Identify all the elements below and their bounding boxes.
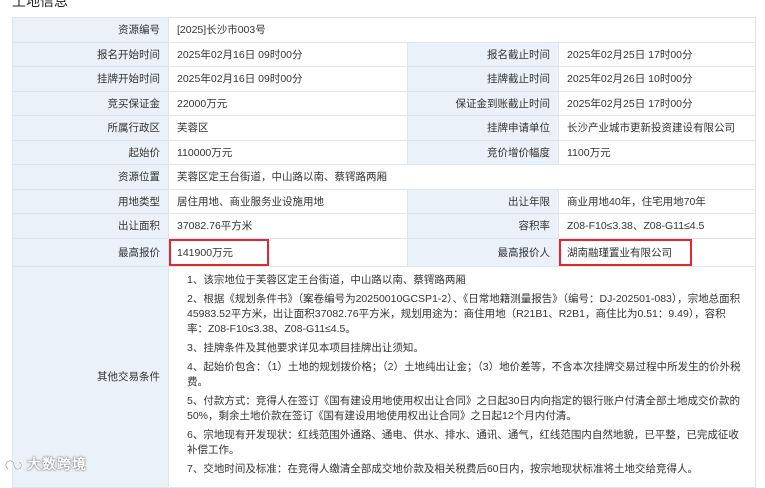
- land-type-label: 用地类型: [12, 188, 169, 214]
- applicant-value: 长沙产业城市更新投资建设有限公司: [557, 115, 757, 141]
- land-info-table: 资源编号 [2025]长沙市003号 报名开始时间 2025年02月16日 09…: [12, 17, 757, 488]
- brand-logo-icon: [4, 460, 23, 471]
- note-item: 5、付款方式：竞得人在签订《国有建设用地使用权出让合同》之日起30日内向指定的银…: [187, 394, 741, 422]
- area-label: 出让面积: [12, 213, 169, 239]
- table-row: 竞买保证金 22000万元 保证金到账截止时间 2025年02月25日 17时0…: [12, 90, 757, 116]
- table-row: 出让面积 37082.76平方米 容积率 Z08-F10≤3.38、Z08-G1…: [12, 213, 757, 239]
- table-row: 用地类型 居住用地、商业服务业设施用地 出让年限 商业用地40年，住宅用地70年: [12, 188, 757, 214]
- highest-bidder-cell: 湖南融瑾置业有限公司: [557, 237, 757, 267]
- start-price-label: 起始价: [12, 139, 169, 165]
- note-item: 4、起始价包含：（1）土地的规划拨价格；（2）土地纯出让金；（3）地价差等，不含…: [187, 360, 741, 388]
- signup-end-value: 2025年02月25日 17时00分: [557, 41, 757, 67]
- section-title: 土地信息: [12, 0, 68, 9]
- note-item: 6、宗地现有开发现状：红线范围外通路、通电、供水、排水、通讯、通气，红线范围内自…: [187, 428, 739, 456]
- highest-bidder-label: 最高报价人: [407, 237, 559, 267]
- location-label: 资源位置: [12, 164, 169, 190]
- area-value: 37082.76平方米: [168, 213, 408, 239]
- watermark: 大数跨境: [4, 454, 87, 474]
- highest-bid-label: 最高报价: [12, 237, 169, 267]
- other-conditions-value: 1、该宗地位于芙蓉区定王台街道，中山路以南、蔡锷路两厢 2、根据《规划条件书》（…: [167, 265, 757, 488]
- land-type-value: 居住用地、商业服务业设施用地: [168, 188, 408, 214]
- table-row: 挂牌开始时间 2025年02月16日 09时00分 挂牌截止时间 2025年02…: [12, 66, 757, 92]
- highest-bidder-value: 湖南融瑾置业有限公司: [559, 239, 692, 265]
- deposit-label: 竞买保证金: [12, 90, 169, 116]
- table-row: 起始价 110000万元 竞价增价幅度 1100万元: [12, 139, 757, 165]
- district-value: 芙蓉区: [168, 115, 408, 141]
- start-price-value: 110000万元: [168, 139, 408, 165]
- location-value: 芙蓉区定王台街道，中山路以南、蔡锷路两厢: [167, 164, 757, 190]
- table-row: 其他交易条件 1、该宗地位于芙蓉区定王台街道，中山路以南、蔡锷路两厢 2、根据《…: [12, 265, 757, 488]
- note-item: 3、挂牌条件及其他要求详见本项目挂牌出让须知。: [187, 341, 424, 354]
- deposit-value: 22000万元: [168, 90, 408, 116]
- listing-end-label: 挂牌截止时间: [407, 66, 559, 92]
- applicant-label: 挂牌申请单位: [407, 115, 559, 141]
- highest-bid-cell: 141900万元: [168, 237, 408, 267]
- table-row: 所属行政区 芙蓉区 挂牌申请单位 长沙产业城市更新投资建设有限公司: [12, 115, 757, 141]
- far-label: 容积率: [407, 213, 559, 239]
- listing-start-label: 挂牌开始时间: [12, 66, 169, 92]
- note-item: 2、根据《规划条件书》（案卷编号为20250010GCSP1-2）、《日常地籍测…: [187, 292, 741, 335]
- deposit-deadline-value: 2025年02月25日 17时00分: [557, 90, 757, 116]
- term-value: 商业用地40年，住宅用地70年: [557, 188, 757, 214]
- highest-bid-value: 141900万元: [169, 239, 270, 265]
- watermark-text: 大数跨境: [27, 456, 87, 472]
- signup-start-value: 2025年02月16日 09时00分: [168, 41, 408, 67]
- note-item: 1、该宗地位于芙蓉区定王台街道，中山路以南、蔡锷路两厢: [187, 273, 466, 286]
- table-row: 报名开始时间 2025年02月16日 09时00分 报名截止时间 2025年02…: [12, 41, 757, 67]
- note-item: 7、交地时间及标准：在竞得人缴清全部成交地价款及相关税费后60日内，按宗地现状标…: [187, 462, 699, 475]
- table-row: 资源编号 [2025]长沙市003号: [12, 17, 757, 43]
- table-row: 最高报价 141900万元 最高报价人 湖南融瑾置业有限公司: [12, 237, 757, 267]
- table-row: 资源位置 芙蓉区定王台街道，中山路以南、蔡锷路两厢: [12, 164, 757, 190]
- increment-value: 1100万元: [557, 139, 757, 165]
- term-label: 出让年限: [407, 188, 559, 214]
- resource-number-label: 资源编号: [12, 17, 169, 43]
- listing-start-value: 2025年02月16日 09时00分: [168, 66, 408, 92]
- far-value: Z08-F10≤3.38、Z08-G11≤4.5: [557, 213, 757, 239]
- increment-label: 竞价增价幅度: [407, 139, 559, 165]
- signup-end-label: 报名截止时间: [407, 41, 559, 67]
- resource-number-value: [2025]长沙市003号: [167, 17, 757, 43]
- signup-start-label: 报名开始时间: [12, 41, 169, 67]
- deposit-deadline-label: 保证金到账截止时间: [407, 90, 559, 116]
- district-label: 所属行政区: [12, 115, 169, 141]
- listing-end-value: 2025年02月26日 10时00分: [557, 66, 757, 92]
